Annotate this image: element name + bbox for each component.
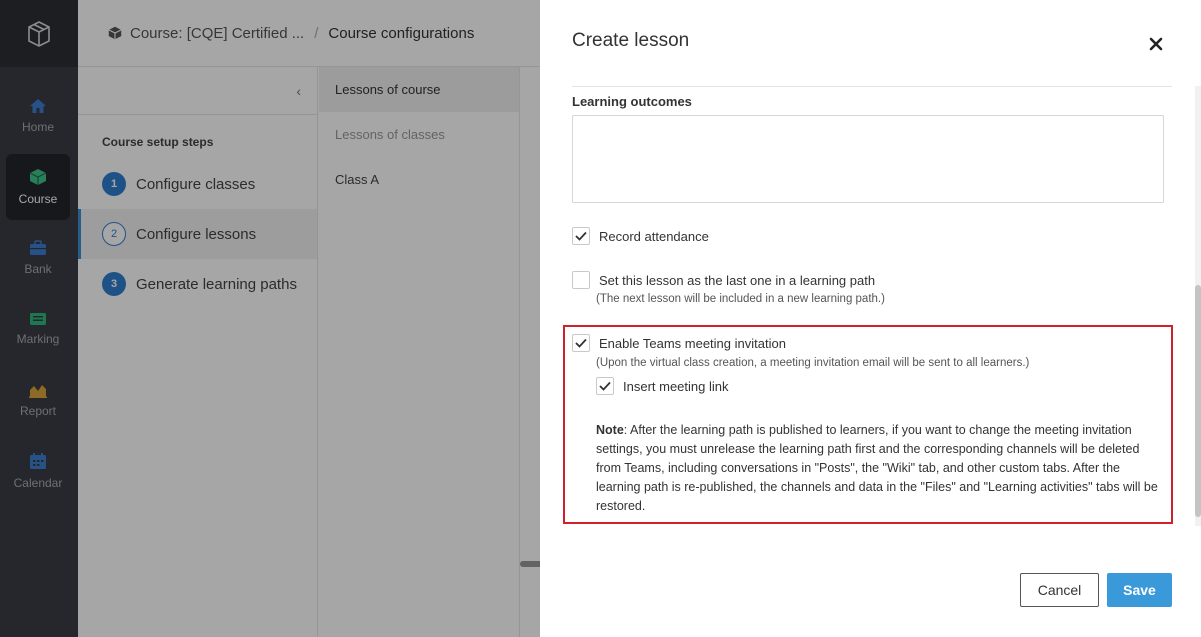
header-divider <box>572 86 1172 87</box>
dialog-title: Create lesson <box>572 30 690 51</box>
last-lesson-hint: (The next lesson will be included in a n… <box>596 293 885 305</box>
checkmark-icon <box>575 231 587 241</box>
last-lesson-checkbox[interactable] <box>572 271 590 289</box>
insert-link-option[interactable]: Insert meeting link <box>596 377 729 395</box>
learning-outcomes-label: Learning outcomes <box>572 94 692 109</box>
last-lesson-option[interactable]: Set this lesson as the last one in a lea… <box>572 271 875 289</box>
dialog-scrollbar[interactable] <box>1195 285 1201 517</box>
record-attendance-option[interactable]: Record attendance <box>572 227 709 245</box>
create-lesson-dialog: Create lesson Learning outcomes Record a… <box>540 0 1201 637</box>
insert-link-checkbox[interactable] <box>596 377 614 395</box>
record-attendance-label: Record attendance <box>599 228 709 244</box>
teams-invitation-checkbox[interactable] <box>572 334 590 352</box>
teams-invitation-label: Enable Teams meeting invitation <box>599 335 786 351</box>
cancel-button[interactable]: Cancel <box>1020 573 1099 607</box>
note-label: Note <box>596 423 624 437</box>
last-lesson-label: Set this lesson as the last one in a lea… <box>599 272 876 288</box>
teams-note: Note: After the learning path is publish… <box>596 421 1166 516</box>
learning-outcomes-input[interactable] <box>572 115 1164 203</box>
note-text: : After the learning path is published t… <box>596 423 1158 513</box>
insert-link-label: Insert meeting link <box>623 378 729 394</box>
close-icon <box>1149 37 1163 51</box>
checkmark-icon <box>599 381 611 391</box>
teams-invitation-option[interactable]: Enable Teams meeting invitation <box>572 334 786 352</box>
save-button[interactable]: Save <box>1107 573 1172 607</box>
teams-invitation-hint: (Upon the virtual class creation, a meet… <box>596 357 1030 369</box>
record-attendance-checkbox[interactable] <box>572 227 590 245</box>
checkmark-icon <box>575 338 587 348</box>
close-button[interactable] <box>1144 32 1168 56</box>
